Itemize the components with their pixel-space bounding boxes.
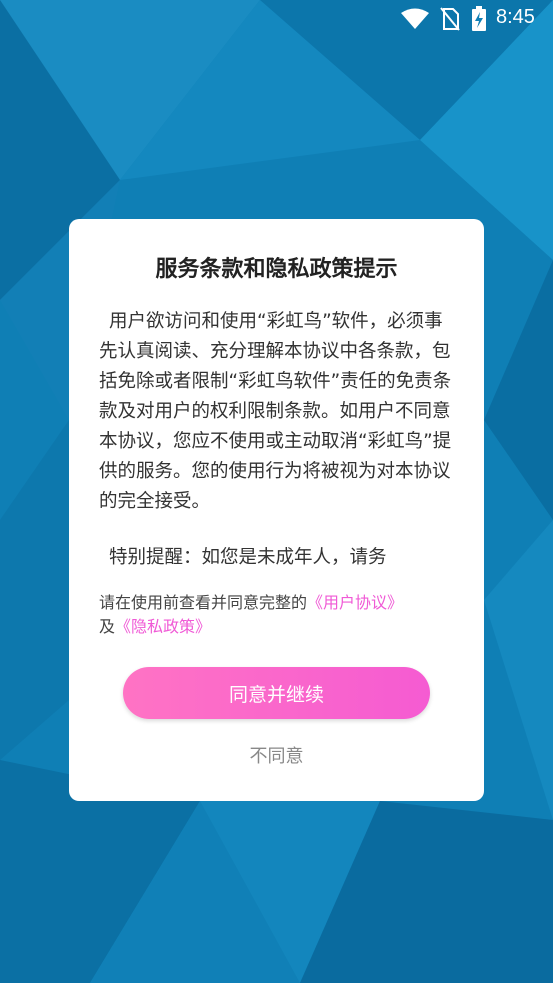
agreement-note: 请在使用前查看并同意完整的《用户协议》 及《隐私政策》 [99,591,459,639]
agree-continue-button[interactable]: 同意并继续 [123,667,430,719]
note-and-text: 及 [99,617,116,636]
privacy-dialog: 服务条款和隐私政策提示 用户欲访问和使用“彩虹鸟”软件，必须事先认真阅读、充分理… [69,219,484,801]
battery-charging-icon [472,6,486,31]
dialog-title: 服务条款和隐私政策提示 [155,257,398,282]
disagree-button[interactable]: 不同意 [69,741,484,769]
body-paragraph: 用户欲访问和使用“彩虹鸟”软件，必须事先认真阅读、充分理解本协议中各条款，包括免… [99,311,452,512]
status-bar: 8:45 [0,0,553,38]
body-paragraph: 特别提醒：如您是未成年人，请务 [109,547,387,565]
privacy-policy-link[interactable]: 《隐私政策》 [115,617,211,636]
wifi-icon [401,8,429,29]
no-sim-icon [440,7,460,31]
user-agreement-link[interactable]: 《用户协议》 [307,593,403,612]
note-text: 请在使用前查看并同意完整的 [99,593,308,612]
dialog-body-scroll[interactable]: 用户欲访问和使用“彩虹鸟”软件，必须事先认真阅读、充分理解本协议中各条款，包括免… [99,307,457,565]
status-time: 8:45 [496,6,535,28]
